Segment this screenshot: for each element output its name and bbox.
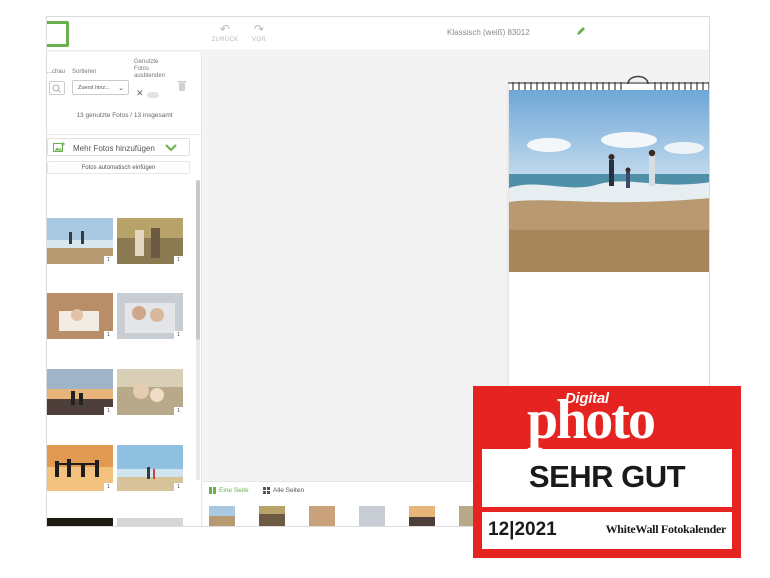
top-toolbar: ↶ ZURÜCK ↷ VOR Klassisch (weiß) 83012 xyxy=(47,17,709,51)
award-rating: SEHR GUT xyxy=(528,459,686,494)
photo-thumbnail[interactable]: 1 xyxy=(47,293,113,339)
photo-thumbnail[interactable]: 1 xyxy=(47,369,113,415)
auto-insert-button[interactable]: Fotos automatisch einfügen xyxy=(47,161,190,174)
usage-count-badge: 1 xyxy=(104,407,113,415)
tab-single-page[interactable]: Eine Seite xyxy=(205,484,255,497)
logo[interactable] xyxy=(47,21,69,47)
undo-icon: ↶ xyxy=(219,22,231,36)
page-thumbnail[interactable] xyxy=(359,506,385,526)
grid-icon xyxy=(263,487,270,494)
usage-count-badge: 1 xyxy=(174,256,183,264)
hide-used-toggle[interactable] xyxy=(147,92,159,98)
usage-count-badge: 1 xyxy=(104,256,113,264)
sort-label: Sortieren xyxy=(72,69,97,75)
award-issue: 12|2021 xyxy=(488,519,557,540)
add-photos-label: Mehr Fotos hinzufügen xyxy=(73,144,155,153)
photo-thumbnail[interactable]: 1 xyxy=(117,293,183,339)
scrollbar-thumb[interactable] xyxy=(196,180,200,340)
document-title[interactable]: Klassisch (weiß) 83012 xyxy=(447,28,530,37)
chevron-down-icon xyxy=(165,144,177,152)
photo-thumbnail[interactable]: 1 xyxy=(47,445,113,491)
redo-button[interactable]: ↷ VOR xyxy=(241,23,277,43)
redo-icon: ↷ xyxy=(253,22,265,36)
single-page-icon xyxy=(209,487,216,494)
pencil-icon[interactable] xyxy=(575,25,587,37)
photo-panel-scrollbar[interactable] xyxy=(196,180,200,480)
page-thumbnail[interactable] xyxy=(259,506,285,526)
page-thumbnail[interactable] xyxy=(209,506,235,526)
sort-select[interactable]: Zuerst hinz... ⌄ xyxy=(72,80,129,95)
photo-thumbnail[interactable]: 1 xyxy=(117,369,183,415)
award-badge: photo Digital SEHR GUT 12|2021 WhiteWall… xyxy=(473,386,741,558)
photo-thumbnail[interactable]: 1 xyxy=(117,218,183,264)
preview-search-button[interactable] xyxy=(49,81,65,95)
add-photos-button[interactable]: Mehr Fotos hinzufügen xyxy=(47,138,190,156)
photo-panel: ...chau Sortieren Genutzte Fotos ausblen… xyxy=(47,52,202,526)
award-digital: Digital xyxy=(565,390,609,407)
award-divider xyxy=(482,507,732,512)
award-panel: SEHR GUT 12|2021 WhiteWall Fotokalender xyxy=(482,449,732,549)
usage-count-badge: 1 xyxy=(174,407,183,415)
trash-icon[interactable] xyxy=(177,80,187,92)
chevron-down-icon: ⌄ xyxy=(118,85,124,92)
award-product: WhiteWall Fotokalender xyxy=(605,522,727,536)
photo-thumbnail[interactable]: 1 xyxy=(117,445,183,491)
calendar-photo[interactable] xyxy=(509,90,709,272)
usage-count-badge: 1 xyxy=(104,483,113,491)
usage-count-badge: 1 xyxy=(104,331,113,339)
tab-all-pages[interactable]: Alle Seiten xyxy=(259,484,313,497)
preview-label: ...chau xyxy=(47,69,66,75)
photo-count: 13 genutzte Fotos / 13 insgesamt xyxy=(76,112,173,119)
divider xyxy=(47,134,201,135)
usage-count-badge: 1 xyxy=(174,331,183,339)
photo-thumbnail[interactable]: 1 xyxy=(47,218,113,264)
hide-used-label: Genutzte Fotos ausblenden xyxy=(134,59,166,79)
search-icon xyxy=(52,84,61,93)
page-thumbnail[interactable] xyxy=(409,506,435,526)
undo-button[interactable]: ↶ ZURÜCK xyxy=(207,23,243,43)
close-icon[interactable]: ✕ xyxy=(136,89,144,98)
photo-thumbnail[interactable] xyxy=(117,518,183,526)
photo-thumbnail[interactable] xyxy=(47,518,113,526)
page-thumbnail[interactable] xyxy=(309,506,335,526)
usage-count-badge: 1 xyxy=(174,483,183,491)
add-image-icon xyxy=(53,142,65,152)
